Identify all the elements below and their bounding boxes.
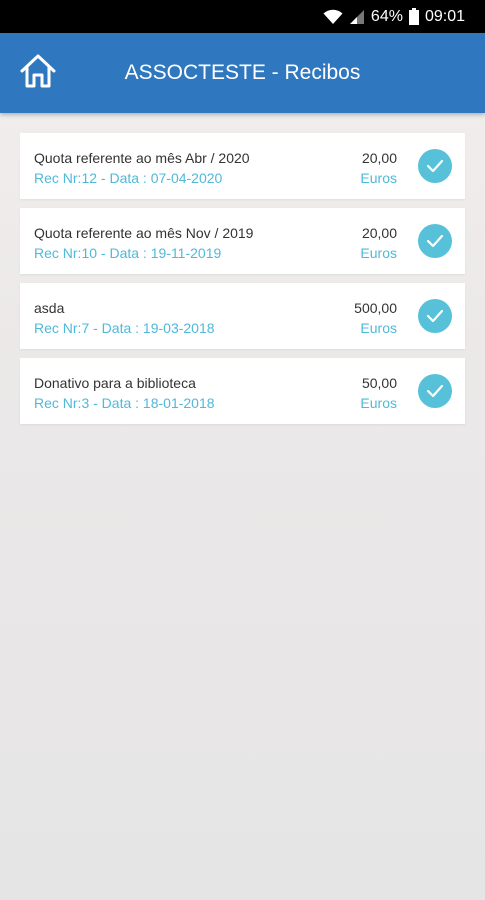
signal-icon (349, 9, 365, 25)
receipt-description: Quota referente ao mês Nov / 2019 (34, 225, 254, 241)
home-icon (19, 53, 57, 94)
receipt-meta: Rec Nr:3 - Data : 18-01-2018 (34, 395, 215, 411)
battery-percent: 64% (370, 7, 403, 25)
check-icon (418, 299, 452, 333)
receipt-description: asda (34, 300, 65, 316)
wifi-icon (323, 9, 343, 25)
check-icon (418, 224, 452, 258)
receipt-item[interactable]: Donativo para a biblioteca Rec Nr:3 - Da… (20, 358, 465, 424)
receipt-amount: 50,00 (361, 375, 397, 391)
receipt-amount: 20,00 (361, 150, 397, 166)
receipt-description: Donativo para a biblioteca (34, 375, 196, 391)
home-button[interactable] (18, 53, 58, 93)
check-icon (418, 374, 452, 408)
check-icon (418, 149, 452, 183)
receipt-description: Quota referente ao mês Abr / 2020 (34, 150, 250, 166)
app-bar: ASSOCTESTE - Recibos (0, 33, 485, 113)
receipt-currency: Euros (360, 320, 397, 336)
receipt-amount: 20,00 (361, 225, 397, 241)
receipt-meta: Rec Nr:12 - Data : 07-04-2020 (34, 170, 223, 186)
receipt-item[interactable]: Quota referente ao mês Nov / 2019 Rec Nr… (20, 208, 465, 274)
receipt-currency: Euros (360, 245, 397, 261)
receipt-meta: Rec Nr:7 - Data : 19-03-2018 (34, 320, 215, 336)
receipt-item[interactable]: Quota referente ao mês Abr / 2020 Rec Nr… (20, 133, 465, 199)
receipt-amount: 500,00 (354, 300, 397, 316)
status-bar: 64% 09:01 (0, 0, 485, 33)
receipt-currency: Euros (360, 170, 397, 186)
receipt-meta: Rec Nr:10 - Data : 19-11-2019 (34, 245, 222, 261)
clock: 09:01 (424, 7, 465, 25)
page-title: ASSOCTESTE - Recibos (124, 61, 361, 84)
receipt-currency: Euros (360, 395, 397, 411)
receipt-item[interactable]: asda Rec Nr:7 - Data : 19-03-2018 500,00… (20, 283, 465, 349)
battery-icon (408, 8, 419, 25)
receipts-list: Quota referente ao mês Abr / 2020 Rec Nr… (20, 133, 465, 433)
